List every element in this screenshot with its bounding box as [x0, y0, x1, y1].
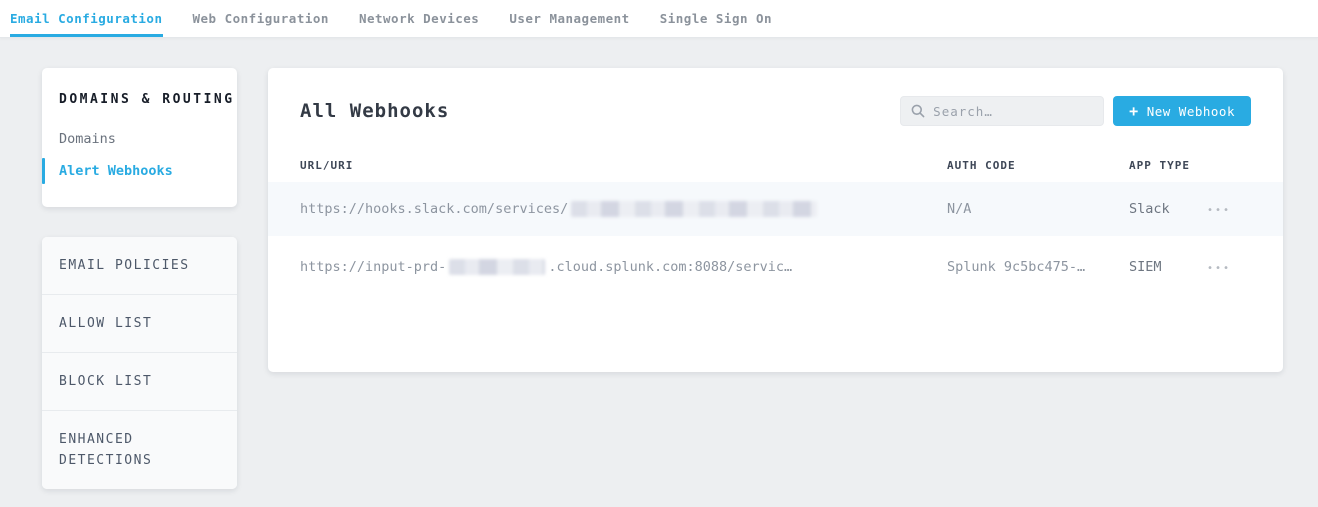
column-header-url-uri: URL/URI — [300, 159, 947, 172]
policy-sections-card: EMAIL POLICIES ALLOW LIST BLOCK LIST ENH… — [42, 237, 237, 489]
sidebar: DOMAINS & ROUTING Domains Alert Webhooks… — [42, 68, 237, 489]
plus-icon: + — [1129, 102, 1139, 120]
sidebar-item-allow-list[interactable]: ALLOW LIST — [42, 295, 237, 353]
sidebar-item-enhanced-detections[interactable]: ENHANCED DETECTIONS — [42, 411, 237, 489]
table-header-row: URL/URI AUTH CODE APP TYPE — [268, 148, 1283, 182]
panel-header: All Webhooks + New Webhook — [268, 68, 1283, 148]
column-header-auth-code: AUTH CODE — [947, 159, 1129, 172]
tab-user-management[interactable]: User Management — [509, 0, 629, 37]
sidebar-item-label: Domains — [59, 131, 116, 147]
auth-code-cell: N/A — [947, 201, 1129, 217]
column-header-app-type: APP TYPE — [1129, 159, 1207, 172]
table-row[interactable]: https://hooks.slack.com/services/ N/A Sl… — [268, 182, 1283, 236]
redacted-url-segment — [449, 259, 545, 275]
webhook-url-cell: https://input-prd- .cloud.splunk.com:808… — [300, 259, 947, 275]
search-box[interactable] — [900, 96, 1104, 126]
search-input[interactable] — [933, 104, 1093, 119]
redacted-url-segment — [571, 201, 817, 217]
new-webhook-button-label: New Webhook — [1147, 104, 1235, 119]
active-indicator-bar — [42, 158, 45, 184]
search-icon — [911, 104, 925, 118]
header-actions: + New Webhook — [900, 96, 1251, 126]
top-navbar: Email Configuration Web Configuration Ne… — [0, 0, 1318, 38]
webhooks-panel: All Webhooks + New Webhook URL/URI AUTH … — [268, 68, 1283, 372]
tab-single-sign-on[interactable]: Single Sign On — [660, 0, 772, 37]
domains-routing-card: DOMAINS & ROUTING Domains Alert Webhooks — [42, 68, 237, 207]
tab-web-configuration[interactable]: Web Configuration — [193, 0, 329, 37]
sidebar-item-alert-webhooks[interactable]: Alert Webhooks — [42, 155, 237, 187]
row-menu-icon[interactable]: ••• — [1207, 263, 1231, 274]
webhook-url-cell: https://hooks.slack.com/services/ — [300, 201, 947, 217]
domains-routing-heading: DOMAINS & ROUTING — [42, 92, 237, 107]
tab-network-devices[interactable]: Network Devices — [359, 0, 479, 37]
app-type-cell: Slack — [1129, 201, 1207, 217]
sidebar-item-block-list[interactable]: BLOCK LIST — [42, 353, 237, 411]
webhook-url-prefix: https://input-prd- — [300, 259, 446, 275]
sidebar-item-label: Alert Webhooks — [59, 163, 173, 179]
row-menu-icon[interactable]: ••• — [1207, 205, 1231, 216]
webhook-url-prefix: https://hooks.slack.com/services/ — [300, 201, 568, 217]
table-row[interactable]: https://input-prd- .cloud.splunk.com:808… — [268, 236, 1283, 298]
auth-code-cell: Splunk 9c5bc475-… — [947, 259, 1129, 275]
page-content: DOMAINS & ROUTING Domains Alert Webhooks… — [0, 38, 1318, 489]
page-title: All Webhooks — [300, 100, 449, 122]
sidebar-item-email-policies[interactable]: EMAIL POLICIES — [42, 237, 237, 295]
sidebar-item-domains[interactable]: Domains — [42, 123, 237, 155]
new-webhook-button[interactable]: + New Webhook — [1113, 96, 1251, 126]
app-type-cell: SIEM — [1129, 259, 1207, 275]
webhook-url-suffix: .cloud.splunk.com:8088/servic… — [548, 259, 792, 275]
tab-email-configuration[interactable]: Email Configuration — [10, 0, 163, 37]
